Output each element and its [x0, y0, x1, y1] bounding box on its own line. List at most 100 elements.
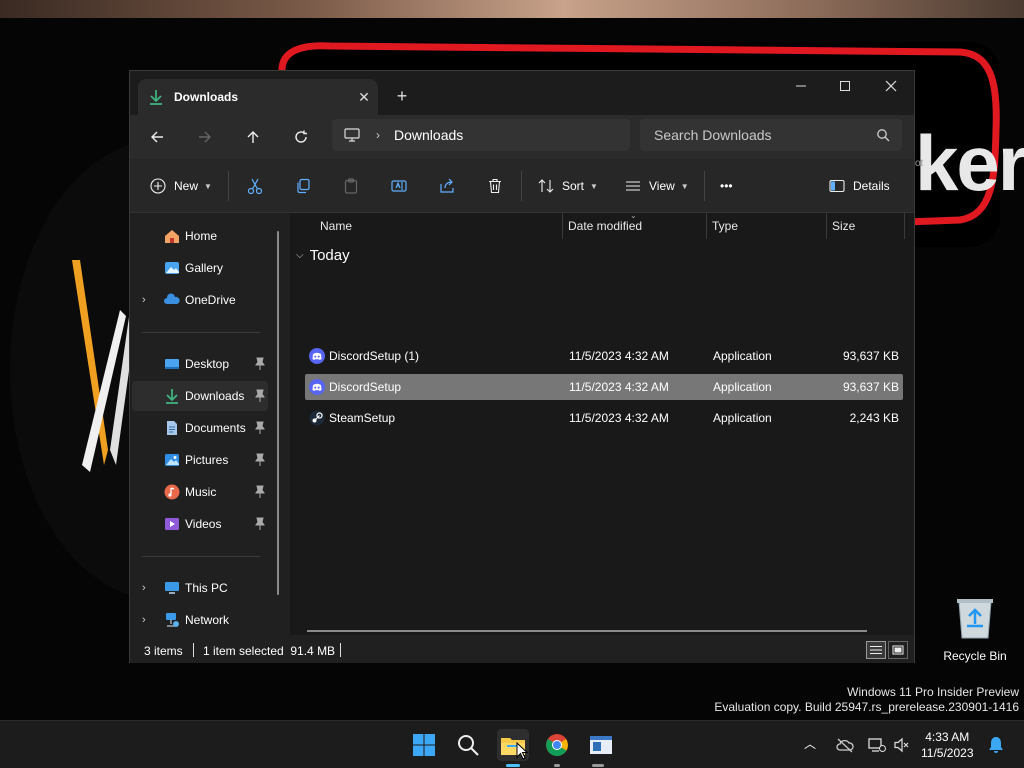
- sidebar-item-label: Gallery: [185, 261, 224, 275]
- details-view-button[interactable]: [866, 641, 886, 659]
- paste-button[interactable]: [343, 173, 359, 199]
- new-tab-button[interactable]: +: [388, 83, 416, 109]
- show-hidden-icons-button[interactable]: ︿: [804, 735, 816, 752]
- network-status-icon[interactable]: [868, 737, 886, 753]
- running-app-indicator: [554, 764, 560, 767]
- column-divider[interactable]: [706, 213, 707, 239]
- taskbar-chrome[interactable]: [541, 729, 573, 761]
- sidebar-item-music[interactable]: Music: [132, 477, 268, 507]
- sidebar-item-onedrive[interactable]: › OneDrive: [132, 285, 268, 315]
- sidebar-item-network[interactable]: › Network: [132, 605, 268, 635]
- more-options-button[interactable]: •••: [720, 173, 733, 199]
- navigation-pane: Home Gallery › OneDrive Desktop Download…: [130, 213, 288, 635]
- column-divider[interactable]: [904, 213, 905, 239]
- volume-muted-icon[interactable]: [893, 737, 911, 753]
- breadcrumb-chevron[interactable]: ›: [376, 128, 380, 142]
- toolbar-divider: [521, 171, 522, 201]
- new-button[interactable]: New ▼: [150, 173, 212, 199]
- close-icon: [885, 80, 897, 92]
- sidebar-item-videos[interactable]: Videos: [132, 509, 268, 539]
- toolbar-divider: [228, 171, 229, 201]
- taskbar-app[interactable]: [585, 729, 617, 761]
- title-bar[interactable]: Downloads ✕ +: [130, 71, 914, 115]
- sidebar-item-documents[interactable]: Documents: [132, 413, 268, 443]
- plus-circle-icon: [150, 178, 166, 194]
- share-icon: [440, 178, 454, 193]
- forward-button[interactable]: [190, 123, 220, 151]
- pictures-icon: [165, 454, 179, 466]
- tab-downloads[interactable]: Downloads ✕: [138, 79, 378, 115]
- pin-icon: [255, 421, 265, 434]
- taskbar-search-button[interactable]: [452, 729, 484, 761]
- column-divider[interactable]: [562, 213, 563, 239]
- clock-time: 4:33 AM: [925, 730, 970, 744]
- horizontal-scrollbar[interactable]: [307, 630, 867, 632]
- file-date: 11/5/2023 4:32 AM: [569, 349, 669, 363]
- system-clock[interactable]: 4:33 AM 11/5/2023: [921, 729, 974, 761]
- tiles-view-button[interactable]: [888, 641, 908, 659]
- arrow-left-icon: [151, 131, 163, 143]
- sidebar-item-this-pc[interactable]: › This PC: [132, 573, 268, 603]
- sidebar-item-label: Music: [185, 485, 217, 499]
- up-button[interactable]: [238, 123, 268, 151]
- music-icon: [164, 484, 180, 500]
- notification-bell-icon[interactable]: [988, 736, 1004, 754]
- column-header: Name ⌄ Date modified Type Size: [290, 211, 914, 239]
- column-divider[interactable]: [826, 213, 827, 239]
- pin-icon: [255, 389, 265, 402]
- maximize-button[interactable]: [822, 71, 868, 101]
- address-bar[interactable]: › Downloads: [332, 119, 630, 151]
- column-type[interactable]: Type: [712, 219, 738, 233]
- sidebar-item-desktop[interactable]: Desktop: [132, 349, 268, 379]
- recycle-bin-icon: [957, 599, 993, 639]
- active-app-indicator: [506, 764, 520, 767]
- sidebar-item-pictures[interactable]: Pictures: [132, 445, 268, 475]
- share-button[interactable]: [439, 173, 455, 199]
- cut-button[interactable]: [247, 173, 263, 199]
- expand-chevron[interactable]: ›: [142, 614, 146, 626]
- minimize-button[interactable]: [778, 71, 824, 101]
- details-pane-button[interactable]: Details: [829, 173, 890, 199]
- column-name[interactable]: Name: [320, 219, 352, 233]
- sidebar-item-home[interactable]: Home: [132, 221, 268, 251]
- pin-icon: [255, 357, 265, 370]
- start-button[interactable]: [408, 729, 440, 761]
- back-button[interactable]: [142, 123, 172, 151]
- view-list-icon: [626, 181, 640, 191]
- sidebar-item-downloads[interactable]: Downloads: [132, 381, 268, 411]
- sidebar-item-gallery[interactable]: Gallery: [132, 253, 268, 283]
- clipboard-icon: [344, 178, 358, 194]
- delete-button[interactable]: [487, 173, 503, 199]
- group-header-today[interactable]: ⌵ Today: [296, 247, 350, 264]
- sidebar-item-label: Network: [185, 613, 230, 627]
- onedrive-offline-icon[interactable]: [836, 737, 854, 753]
- expand-chevron[interactable]: ›: [142, 582, 146, 594]
- recycle-bin[interactable]: Recycle Bin: [940, 596, 1010, 663]
- status-bar: 3 items 1 item selected 91.4 MB: [130, 637, 914, 663]
- rename-button[interactable]: [391, 173, 407, 199]
- sort-button[interactable]: Sort ▼: [538, 173, 598, 199]
- navigation-scrollbar[interactable]: [277, 231, 279, 595]
- search-box[interactable]: Search Downloads: [640, 119, 902, 151]
- discord-icon: [309, 379, 325, 395]
- windows-watermark: Windows 11 Pro Insider Preview Evaluatio…: [714, 685, 1019, 715]
- refresh-button[interactable]: [286, 123, 316, 151]
- view-button[interactable]: View ▼: [625, 173, 689, 199]
- rename-icon: [391, 180, 407, 192]
- column-date-modified[interactable]: Date modified: [568, 219, 642, 233]
- file-row[interactable]: SteamSetup 11/5/2023 4:32 AM Application…: [305, 405, 903, 431]
- column-size[interactable]: Size: [832, 219, 855, 233]
- tab-close-button[interactable]: ✕: [350, 83, 378, 111]
- recycle-bin-label: Recycle Bin: [943, 649, 1007, 663]
- file-row-selected[interactable]: DiscordSetup 11/5/2023 4:32 AM Applicati…: [305, 374, 903, 400]
- file-date: 11/5/2023 4:32 AM: [569, 411, 669, 425]
- copy-button[interactable]: [295, 173, 311, 199]
- breadcrumb-downloads[interactable]: Downloads: [394, 127, 463, 143]
- close-window-button[interactable]: [868, 71, 914, 101]
- search-input[interactable]: Search Downloads: [654, 127, 876, 143]
- view-switcher: [866, 641, 908, 659]
- file-row[interactable]: DiscordSetup (1) 11/5/2023 4:32 AM Appli…: [305, 343, 903, 369]
- expand-chevron[interactable]: ›: [142, 294, 146, 306]
- running-app-indicator: [592, 764, 604, 767]
- status-divider: [193, 643, 194, 657]
